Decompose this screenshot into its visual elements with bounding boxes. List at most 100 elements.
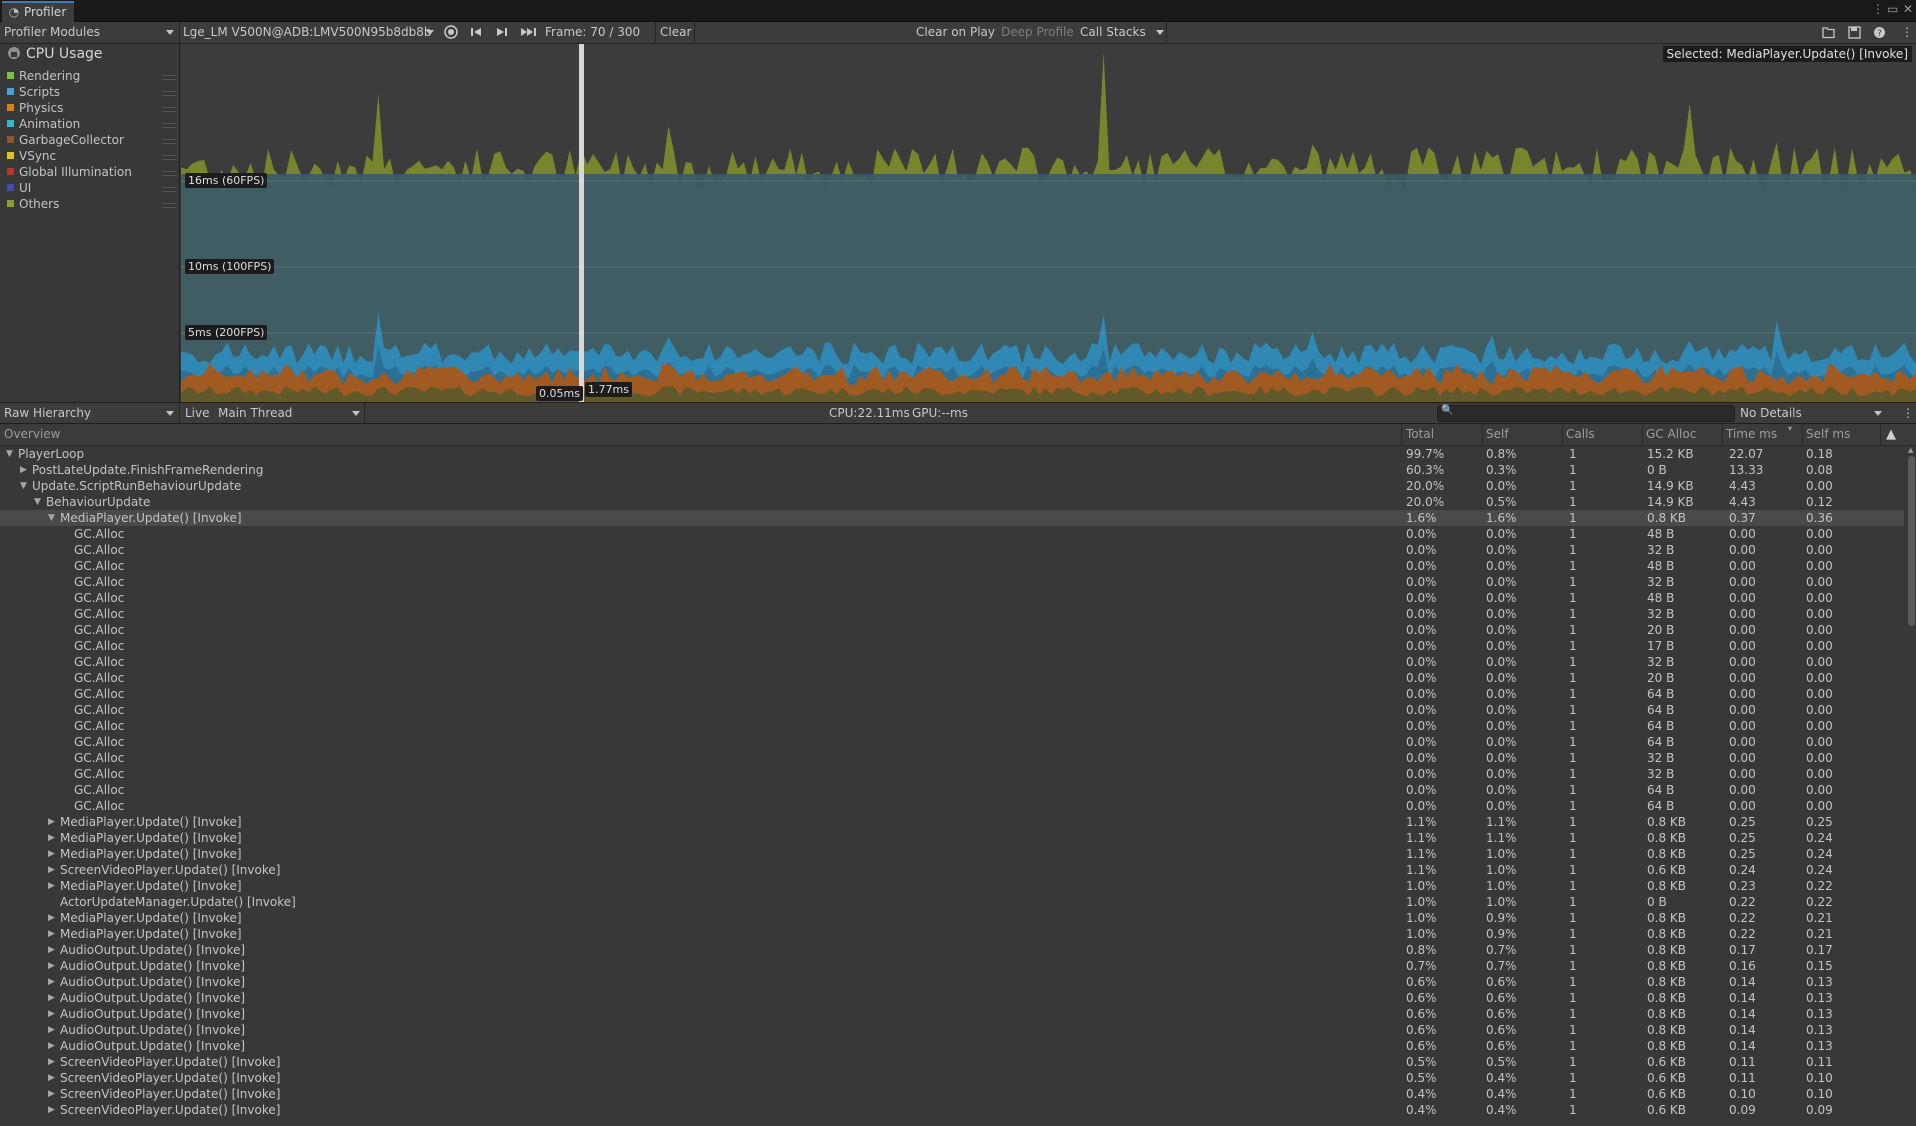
table-row[interactable]: GC.Alloc 0.0% 0.0% 1 48 B 0.00 0.00 <box>0 526 1904 542</box>
table-row[interactable]: ▶ ScreenVideoPlayer.Update() [Invoke] 0.5%… <box>0 1054 1904 1070</box>
call-stacks-dropdown[interactable]: Call Stacks <box>1080 23 1166 42</box>
expanded-triangle-icon[interactable]: ▼ <box>34 494 44 510</box>
collapsed-triangle-icon[interactable]: ▶ <box>48 1086 58 1102</box>
save-button[interactable] <box>1848 26 1861 42</box>
column-divider[interactable] <box>1880 424 1881 446</box>
expanded-triangle-icon[interactable]: ▼ <box>48 510 58 526</box>
column-calls[interactable]: Calls <box>1566 427 1595 441</box>
collapsed-triangle-icon[interactable]: ▶ <box>48 878 58 894</box>
column-divider[interactable] <box>1401 424 1402 446</box>
table-row[interactable]: ▶ AudioOutput.Update() [Invoke] 0.6% 0.6% 1 0… <box>0 1006 1904 1022</box>
more-options-icon[interactable]: ⋮ <box>1902 404 1914 423</box>
legend-item-scripts[interactable]: Scripts <box>7 85 176 101</box>
collapsed-triangle-icon[interactable]: ▶ <box>20 462 30 478</box>
legend-item-garbage-collector[interactable]: GarbageCollector <box>7 133 176 149</box>
load-button[interactable] <box>1822 26 1836 42</box>
table-row[interactable]: GC.Alloc 0.0% 0.0% 1 64 B 0.00 0.00 <box>0 798 1904 814</box>
profiler-modules-dropdown[interactable]: Profiler Modules <box>4 23 176 42</box>
target-device-dropdown[interactable]: Lge_LM V500N@ADB:LMV500N95b8db8b <box>183 23 435 42</box>
drag-handle-icon[interactable] <box>162 139 176 144</box>
table-row[interactable]: GC.Alloc 0.0% 0.0% 1 64 B 0.00 0.00 <box>0 782 1904 798</box>
table-row[interactable]: ▶ ScreenVideoPlayer.Update() [Invoke] 0.5%… <box>0 1070 1904 1086</box>
frame-cursor[interactable] <box>579 44 584 402</box>
table-row[interactable]: GC.Alloc 0.0% 0.0% 1 64 B 0.00 0.00 <box>0 686 1904 702</box>
column-divider[interactable] <box>1642 424 1643 446</box>
legend-item-vsync[interactable]: VSync <box>7 149 176 165</box>
collapsed-triangle-icon[interactable]: ▶ <box>48 1054 58 1070</box>
table-row[interactable]: ▶ MediaPlayer.Update() [Invoke] 1.0% 1.0% 1 0… <box>0 878 1904 894</box>
window-menu-icon[interactable]: ⋮ <box>1872 2 1884 16</box>
table-row[interactable]: GC.Alloc 0.0% 0.0% 1 20 B 0.00 0.00 <box>0 670 1904 686</box>
table-row[interactable]: ▶ AudioOutput.Update() [Invoke] 0.8% 0.7% 1 0… <box>0 942 1904 958</box>
live-toggle[interactable]: Live <box>185 404 210 423</box>
table-row[interactable]: GC.Alloc 0.0% 0.0% 1 32 B 0.00 0.00 <box>0 750 1904 766</box>
collapsed-triangle-icon[interactable]: ▶ <box>48 1006 58 1022</box>
table-row[interactable]: GC.Alloc 0.0% 0.0% 1 32 B 0.00 0.00 <box>0 654 1904 670</box>
table-row[interactable]: ▶ ScreenVideoPlayer.Update() [Invoke] 1.1%… <box>0 862 1904 878</box>
maximize-icon[interactable]: ▭ <box>1887 2 1898 16</box>
table-row[interactable]: GC.Alloc 0.0% 0.0% 1 17 B 0.00 0.00 <box>0 638 1904 654</box>
expanded-triangle-icon[interactable]: ▼ <box>6 446 16 462</box>
clear-button[interactable]: Clear <box>660 23 691 42</box>
legend-item-physics[interactable]: Physics <box>7 101 176 117</box>
more-options-icon[interactable]: ⋮ <box>1901 23 1913 42</box>
details-mode-dropdown[interactable]: No Details <box>1740 404 1884 423</box>
table-row[interactable]: ▶ AudioOutput.Update() [Invoke] 0.6% 0.6% 1 0… <box>0 974 1904 990</box>
collapsed-triangle-icon[interactable]: ▶ <box>48 910 58 926</box>
collapsed-triangle-icon[interactable]: ▶ <box>48 862 58 878</box>
drag-handle-icon[interactable] <box>162 203 176 208</box>
table-row[interactable]: GC.Alloc 0.0% 0.0% 1 64 B 0.00 0.00 <box>0 734 1904 750</box>
collapsed-triangle-icon[interactable]: ▶ <box>48 942 58 958</box>
table-row[interactable]: GC.Alloc 0.0% 0.0% 1 32 B 0.00 0.00 <box>0 606 1904 622</box>
table-row[interactable]: ▶ AudioOutput.Update() [Invoke] 0.6% 0.6% 1 0… <box>0 1038 1904 1054</box>
table-row[interactable]: ▶ AudioOutput.Update() [Invoke] 0.6% 0.6% 1 0… <box>0 1022 1904 1038</box>
table-row[interactable]: ▼ MediaPlayer.Update() [Invoke] 1.6% 1.6% 1 0… <box>0 510 1904 526</box>
collapsed-triangle-icon[interactable]: ▶ <box>48 1038 58 1054</box>
table-row[interactable]: ▶ MediaPlayer.Update() [Invoke] 1.1% 1.0% 1 0… <box>0 846 1904 862</box>
help-button[interactable]: ? <box>1873 26 1886 42</box>
column-divider[interactable] <box>1482 424 1483 446</box>
drag-handle-icon[interactable] <box>162 75 176 80</box>
legend-item-rendering[interactable]: Rendering <box>7 69 176 85</box>
drag-handle-icon[interactable] <box>162 171 176 176</box>
clear-on-play-toggle[interactable]: Clear on Play <box>916 23 995 42</box>
collapsed-triangle-icon[interactable]: ▶ <box>48 1022 58 1038</box>
legend-item-others[interactable]: Others <box>7 197 176 213</box>
collapsed-triangle-icon[interactable]: ▶ <box>48 814 58 830</box>
next-frame-button[interactable] <box>495 25 509 39</box>
column-overview[interactable]: Overview <box>4 427 61 441</box>
collapsed-triangle-icon[interactable]: ▶ <box>48 1070 58 1086</box>
scroll-up-icon[interactable]: ▲ <box>1908 446 1913 454</box>
collapsed-triangle-icon[interactable]: ▶ <box>48 846 58 862</box>
table-row[interactable]: GC.Alloc 0.0% 0.0% 1 32 B 0.00 0.00 <box>0 574 1904 590</box>
table-row[interactable]: GC.Alloc 0.0% 0.0% 1 48 B 0.00 0.00 <box>0 558 1904 574</box>
legend-item-global-illumination[interactable]: Global Illumination <box>7 165 176 181</box>
column-total[interactable]: Total <box>1406 427 1434 441</box>
cpu-usage-chart[interactable]: 16ms (60FPS) 10ms (100FPS) 5ms (200FPS) … <box>181 44 1916 402</box>
table-row[interactable]: ▼ BehaviourUpdate 20.0% 0.5% 1 14.9 KB 4.43 0.1… <box>0 494 1904 510</box>
table-row[interactable]: ▶ PostLateUpdate.FinishFrameRendering 60.3… <box>0 462 1904 478</box>
table-row[interactable]: GC.Alloc 0.0% 0.0% 1 20 B 0.00 0.00 <box>0 622 1904 638</box>
collapsed-triangle-icon[interactable]: ▶ <box>48 1102 58 1118</box>
table-row[interactable]: GC.Alloc 0.0% 0.0% 1 48 B 0.00 0.00 <box>0 590 1904 606</box>
record-button[interactable] <box>443 24 459 40</box>
table-row[interactable]: GC.Alloc 0.0% 0.0% 1 64 B 0.00 0.00 <box>0 718 1904 734</box>
table-row[interactable]: ▶ ScreenVideoPlayer.Update() [Invoke] 0.4%… <box>0 1102 1904 1118</box>
table-row[interactable]: ▶ ScreenVideoPlayer.Update() [Invoke] 0.4%… <box>0 1086 1904 1102</box>
warning-icon[interactable]: ▲ <box>1886 427 1896 442</box>
collapsed-triangle-icon[interactable]: ▶ <box>48 830 58 846</box>
collapsed-triangle-icon[interactable]: ▶ <box>48 958 58 974</box>
close-icon[interactable]: ✕ <box>1903 2 1913 16</box>
profiler-tab[interactable]: ◔ Profiler <box>2 1 74 22</box>
column-divider[interactable] <box>1722 424 1723 446</box>
column-divider[interactable] <box>1562 424 1563 446</box>
deep-profile-toggle[interactable]: Deep Profile <box>1001 23 1074 42</box>
table-row[interactable]: ▶ MediaPlayer.Update() [Invoke] 1.0% 0.9% 1 0… <box>0 926 1904 942</box>
drag-handle-icon[interactable] <box>162 107 176 112</box>
current-frame-button[interactable] <box>520 25 538 39</box>
drag-handle-icon[interactable] <box>162 187 176 192</box>
column-divider[interactable] <box>1802 424 1803 446</box>
hierarchy-mode-dropdown[interactable]: Raw Hierarchy <box>4 404 176 423</box>
table-row[interactable]: ▶ MediaPlayer.Update() [Invoke] 1.1% 1.1% 1 0… <box>0 814 1904 830</box>
table-row[interactable]: GC.Alloc 0.0% 0.0% 1 32 B 0.00 0.00 <box>0 766 1904 782</box>
